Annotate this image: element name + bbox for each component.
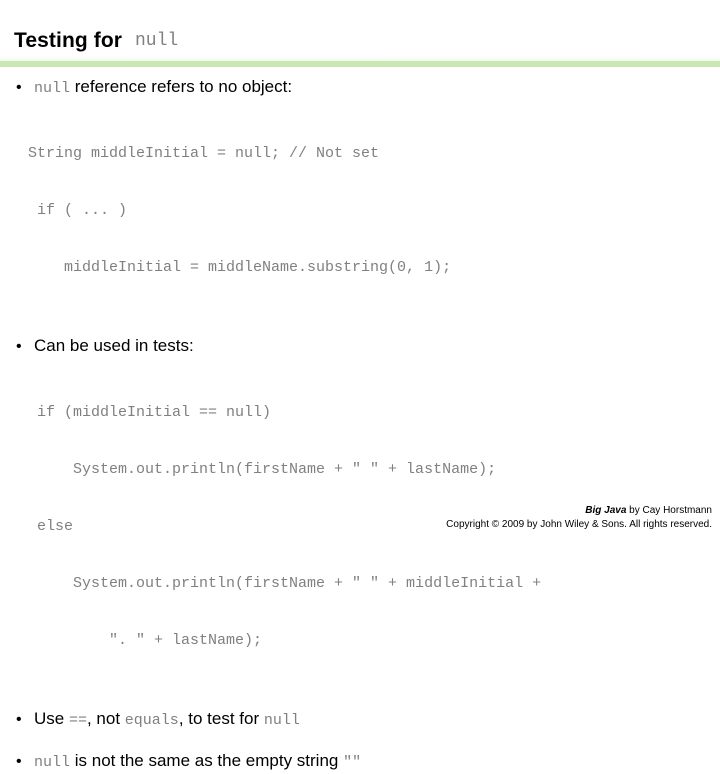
code-line: System.out.println(firstName + " " + las… (37, 461, 497, 478)
footer-byline: by Cay Horstmann (626, 505, 712, 516)
bullet-3-code-token-null: null (263, 712, 300, 729)
bullet-3-part-2: , not (86, 709, 125, 728)
title-divider (0, 56, 720, 68)
code-line: System.out.println(firstName + " " + mid… (37, 575, 542, 592)
bullet-3-code-token-equality: == (68, 712, 87, 729)
bullet-3-part-3: , to test for (178, 709, 264, 728)
slide-footer: Big Java by Cay Horstmann Copyright © 20… (0, 504, 712, 532)
list-item: • Can be used in tests: (0, 335, 720, 357)
page-title: Testing for null (14, 24, 704, 58)
list-item: • null reference refers to no object: (0, 76, 720, 100)
slide-canvas: Testing for null • null reference refers… (0, 0, 720, 771)
bullet-marker-icon: • (16, 338, 22, 355)
code-line: ". " + lastName); (37, 632, 263, 649)
bullet-4-code-token-empty-string: "" (343, 754, 362, 771)
bullet-1-label: reference refers to no object: (70, 77, 293, 96)
bullet-1-text: null reference refers to no object: (34, 76, 292, 100)
page-title-code-token: null (134, 31, 179, 51)
code-line: if ( ... ) (28, 202, 128, 219)
bullet-3-code-token-equals: equals (124, 712, 179, 729)
page-title-text: Testing for (14, 29, 128, 52)
code-block-declaration: String middleInitial = null; // Not set … (0, 106, 720, 315)
bullet-marker-icon: • (16, 711, 22, 728)
bullet-4-code-token-null: null (34, 754, 71, 771)
code-line: middleInitial = middleName.substring(0, … (28, 259, 452, 276)
slide-content: • null reference refers to no object: St… (0, 76, 720, 774)
code-line: if (middleInitial == null) (37, 404, 272, 421)
bullet-4-label: is not the same as the empty string (70, 751, 344, 770)
bullet-3-part-1: Use (34, 709, 69, 728)
list-item: • null is not the same as the empty stri… (0, 750, 720, 774)
bullet-4-text: null is not the same as the empty string… (34, 750, 361, 774)
bullet-3-text: Use ==, not equals, to test for null (34, 708, 300, 732)
footer-book-title: Big Java (585, 505, 627, 516)
code-line: String middleInitial = null; // Not set (28, 145, 380, 162)
footer-copyright: Copyright © 2009 by John Wiley & Sons. A… (446, 519, 712, 530)
bullet-marker-icon: • (16, 753, 22, 770)
bullet-2-label: Can be used in tests: (34, 336, 194, 355)
footer-attribution: Big Java by Cay Horstmann (0, 504, 712, 518)
bullet-marker-icon: • (16, 79, 22, 96)
bullet-1-code-token: null (34, 80, 71, 97)
divider-bar (0, 61, 720, 67)
list-item: • Use ==, not equals, to test for null (0, 708, 720, 732)
